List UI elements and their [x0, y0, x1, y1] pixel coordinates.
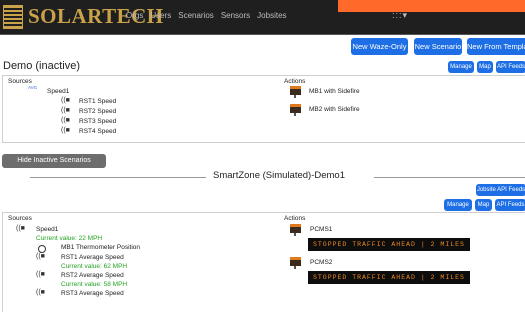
- rst2-current-value: Current value: 58 MPH: [61, 281, 128, 288]
- top-navigation-bar: SOLARTECH Orgs Users Scenarios Sensors J…: [0, 0, 525, 35]
- smartzone-manage-button[interactable]: Manage: [444, 199, 472, 211]
- demo-actions-label: Actions: [284, 78, 306, 85]
- pcms1-action[interactable]: PCMS1: [310, 226, 332, 233]
- new-from-template-button[interactable]: New From Template: [467, 38, 525, 55]
- nav-users[interactable]: Users: [150, 11, 171, 20]
- demo-rst4-speed[interactable]: RST4 Speed: [79, 128, 116, 135]
- sensor-icon: ((■: [61, 117, 70, 124]
- logo-mark-icon: [3, 4, 23, 29]
- pcms1-message-display: STOPPED TRAFFIC AHEAD | 2 MILES: [308, 238, 470, 251]
- demo-speed1-source[interactable]: Speed1: [47, 88, 69, 95]
- rst1-current-value: Current value: 62 MPH: [61, 263, 128, 270]
- demo-rst1-speed[interactable]: RST1 Speed: [79, 98, 116, 105]
- demo-manage-button[interactable]: Manage: [448, 61, 474, 73]
- pcms2-action[interactable]: PCMS2: [310, 259, 332, 266]
- section-divider-right: [374, 177, 525, 178]
- smartzone-api-feeds-button[interactable]: API Feeds: [495, 199, 525, 211]
- demo-map-button[interactable]: Map: [477, 61, 493, 73]
- rst3-average-speed[interactable]: RST3 Average Speed: [61, 290, 124, 297]
- pcms2-message-display: STOPPED TRAFFIC AHEAD | 2 MILES: [308, 271, 470, 284]
- smartzone-map-button[interactable]: Map: [475, 199, 492, 211]
- demo-scenario-panel: Sources AVG Speed1 ((■ RST1 Speed ((■ RS…: [2, 75, 525, 143]
- nav-jobsites[interactable]: Jobsites: [257, 11, 286, 20]
- new-scenario-button[interactable]: New Scenario: [414, 38, 462, 55]
- message-board-icon: [290, 224, 301, 236]
- demo-action-mb1[interactable]: MB1 with Sidefire: [309, 88, 360, 95]
- demo-rst3-speed[interactable]: RST3 Speed: [79, 118, 116, 125]
- nav-sensors[interactable]: Sensors: [221, 11, 250, 20]
- location-pin-icon: [38, 245, 46, 253]
- hide-inactive-scenarios-button[interactable]: Hide Inactive Scenarios: [2, 154, 106, 168]
- smartzone-panel: Sources ((■ Speed1 Current value: 22 MPH…: [2, 212, 525, 312]
- new-waze-only-button[interactable]: New Waze-Only: [351, 38, 408, 55]
- message-board-icon: [290, 257, 301, 269]
- demo-api-feeds-button[interactable]: API Feeds: [496, 61, 525, 73]
- demo-action-mb2[interactable]: MB2 with Sidefire: [309, 106, 360, 113]
- smartzone-speed1-source[interactable]: Speed1: [36, 226, 58, 233]
- sensor-icon: ((■: [36, 253, 45, 260]
- avg-group-tag: AVG: [28, 85, 38, 90]
- sensor-icon: ((■: [16, 225, 25, 232]
- sensor-icon: ((■: [36, 271, 45, 278]
- speed1-current-value: Current value: 22 MPH: [36, 235, 103, 242]
- nav-scenarios[interactable]: Scenarios: [178, 11, 214, 20]
- section-divider-left: [30, 177, 206, 178]
- smartzone-actions-label: Actions: [284, 215, 306, 222]
- sensor-icon: ((■: [61, 127, 70, 134]
- demo-rst2-speed[interactable]: RST2 Speed: [79, 108, 116, 115]
- header-accent-band: [338, 0, 525, 12]
- sensor-icon: ((■: [36, 289, 45, 296]
- sensor-icon: ((■: [61, 97, 70, 104]
- message-board-icon: [290, 104, 301, 116]
- sensor-icon: ((■: [61, 107, 70, 114]
- smartzone-sources-label: Sources: [8, 215, 32, 222]
- jobsite-api-feeds-button[interactable]: Jobsite API Feeds: [476, 184, 525, 196]
- rst1-average-speed[interactable]: RST1 Average Speed: [61, 254, 124, 261]
- nav-orgs[interactable]: Orgs: [126, 11, 143, 20]
- mb1-thermometer-position[interactable]: MB1 Thermometer Position: [61, 244, 140, 251]
- demo-scenario-title: Demo (inactive): [3, 60, 81, 72]
- rst2-average-speed[interactable]: RST2 Average Speed: [61, 272, 124, 279]
- main-nav: Orgs Users Scenarios Sensors Jobsites: [126, 11, 287, 20]
- message-board-icon: [290, 86, 301, 98]
- smartzone-title: SmartZone (Simulated)-Demo1: [213, 170, 345, 181]
- demo-sources-label: Sources: [8, 78, 32, 85]
- apps-menu-icon[interactable]: :::▾: [392, 10, 408, 21]
